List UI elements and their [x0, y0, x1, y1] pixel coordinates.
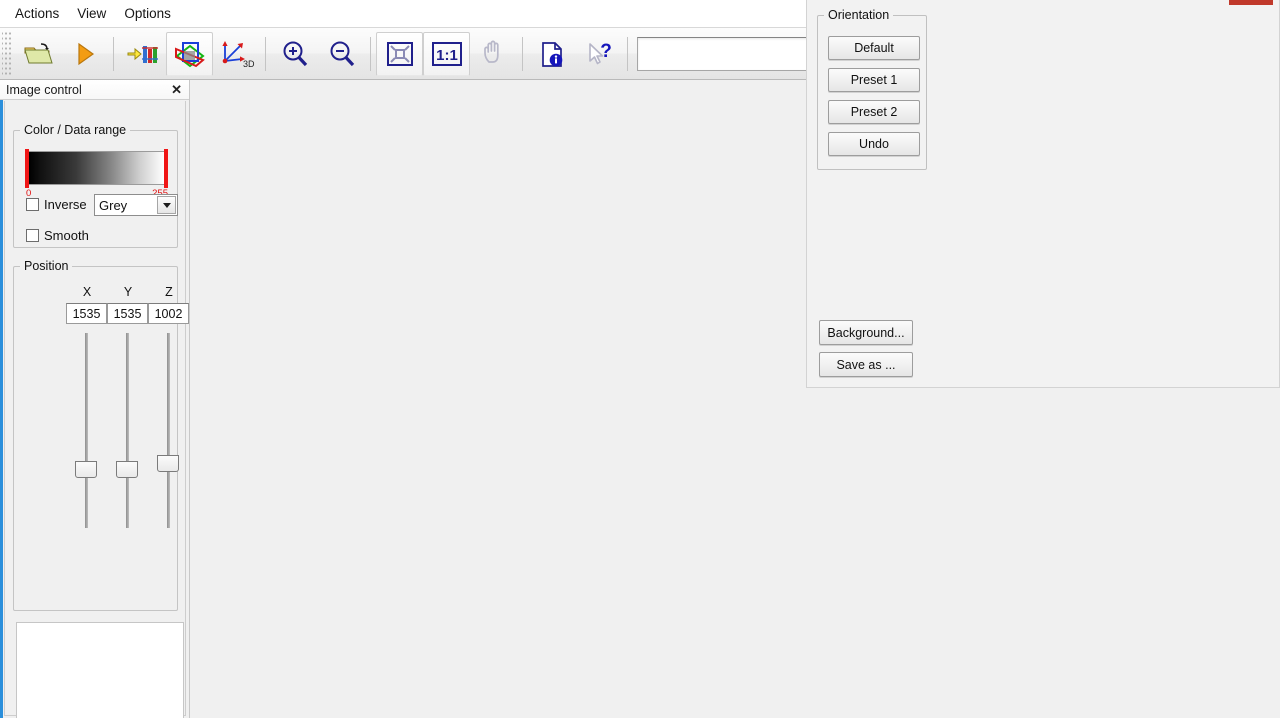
- zoom-in-button[interactable]: [271, 32, 318, 76]
- orientation-preset1-button[interactable]: Preset 1: [828, 68, 920, 92]
- image-control-title: Image control: [6, 83, 82, 97]
- orientation-legend: Orientation: [824, 8, 893, 22]
- toolbar-separator: [370, 37, 371, 71]
- position-legend: Position: [20, 259, 72, 273]
- one-to-one-icon: 1:1: [430, 40, 464, 68]
- volume-render-button[interactable]: [166, 32, 213, 76]
- slider-track-x[interactable]: [85, 333, 88, 528]
- slider-thumb-z[interactable]: [157, 455, 179, 472]
- document-info-icon: [538, 40, 566, 68]
- orientation-preset2-button[interactable]: Preset 2: [828, 100, 920, 124]
- image-control-dock: Image control ✕ Color / Data range 0 255…: [0, 80, 190, 718]
- menu-actions[interactable]: Actions: [6, 2, 68, 26]
- axes-3d-button[interactable]: 3D: [213, 32, 260, 76]
- context-help-button[interactable]: ?: [575, 32, 622, 76]
- slider-thumb-y[interactable]: [116, 461, 138, 478]
- toolbar-separator: [627, 37, 628, 71]
- play-triangle-icon: [73, 41, 97, 67]
- toolbar-separator: [265, 37, 266, 71]
- axes-3d-icon: 3D: [218, 39, 256, 69]
- zoom-out-button[interactable]: [318, 32, 365, 76]
- smooth-checkbox[interactable]: [26, 229, 39, 242]
- fit-to-window-button[interactable]: [376, 32, 423, 76]
- actual-size-button[interactable]: 1:1: [423, 32, 470, 76]
- svg-text:1:1: 1:1: [436, 47, 458, 64]
- position-value-x[interactable]: 1535: [66, 303, 107, 324]
- inverse-label: Inverse: [44, 197, 87, 212]
- save-as-button[interactable]: Save as ...: [819, 352, 913, 377]
- position-value-z[interactable]: 1002: [148, 303, 189, 324]
- pan-hand-button[interactable]: [470, 32, 517, 76]
- palette-selected-value: Grey: [99, 198, 127, 213]
- range-max-handle[interactable]: [164, 149, 168, 188]
- color-data-range-legend: Color / Data range: [20, 123, 130, 137]
- image-control-title-bar[interactable]: Image control ✕: [0, 80, 189, 100]
- axis-label-x: X: [68, 285, 106, 299]
- close-icon[interactable]: ✕: [171, 82, 182, 97]
- svg-text:?: ?: [600, 41, 612, 62]
- image-control-panel: Color / Data range 0 255 Inverse Grey: [4, 101, 186, 716]
- range-min-handle[interactable]: [25, 149, 29, 188]
- color-range-bar-wrap[interactable]: 0 255: [23, 151, 168, 187]
- hand-pan-icon: [480, 40, 508, 68]
- background-button[interactable]: Background...: [819, 320, 913, 345]
- axis-label-y: Y: [109, 285, 147, 299]
- dock-accent-bar: [0, 80, 3, 718]
- color-data-range-group: Color / Data range 0 255 Inverse Grey: [13, 123, 178, 248]
- file-info-button[interactable]: [528, 32, 575, 76]
- svg-text:3D: 3D: [243, 59, 255, 69]
- position-group: Position X Y Z 1535 1535 1002: [13, 259, 178, 611]
- slider-thumb-x[interactable]: [75, 461, 97, 478]
- magnifier-plus-icon: [280, 40, 310, 68]
- slider-track-y[interactable]: [126, 333, 129, 528]
- toolbar-separator: [113, 37, 114, 71]
- orientation-group: Orientation Default Preset 1 Preset 2 Un…: [817, 8, 927, 170]
- open-file-button[interactable]: [14, 32, 61, 76]
- inverse-checkbox[interactable]: [26, 198, 39, 211]
- application-window: Actions View Options: [0, 0, 1280, 718]
- menu-options[interactable]: Options: [115, 2, 180, 26]
- smooth-label: Smooth: [44, 228, 89, 243]
- orientation-undo-button[interactable]: Undo: [828, 132, 920, 156]
- position-value-y[interactable]: 1535: [107, 303, 148, 324]
- toolbar-separator: [522, 37, 523, 71]
- smooth-checkbox-row[interactable]: Smooth: [26, 228, 89, 243]
- cursor-question-icon: ?: [584, 40, 614, 68]
- menu-view[interactable]: View: [68, 2, 115, 26]
- open-folder-icon: [23, 41, 53, 67]
- histogram-icon: [127, 41, 159, 67]
- orientation-default-button[interactable]: Default: [828, 36, 920, 60]
- inverse-checkbox-row[interactable]: Inverse: [26, 197, 87, 212]
- magnifier-minus-icon: [327, 40, 357, 68]
- fit-window-icon: [385, 40, 415, 68]
- dataset-list-panel[interactable]: [16, 622, 184, 718]
- toolbar-drag-grip[interactable]: [2, 32, 11, 76]
- run-button[interactable]: [61, 32, 108, 76]
- axis-label-z: Z: [150, 285, 188, 299]
- histogram-button[interactable]: [119, 32, 166, 76]
- window-close-tab[interactable]: [1229, 0, 1273, 5]
- orthoslices-cube-icon: [174, 40, 206, 68]
- grayscale-colorbar[interactable]: [28, 151, 165, 185]
- slider-track-z[interactable]: [167, 333, 170, 528]
- chevron-down-icon[interactable]: [157, 196, 176, 214]
- palette-select[interactable]: Grey: [94, 194, 178, 216]
